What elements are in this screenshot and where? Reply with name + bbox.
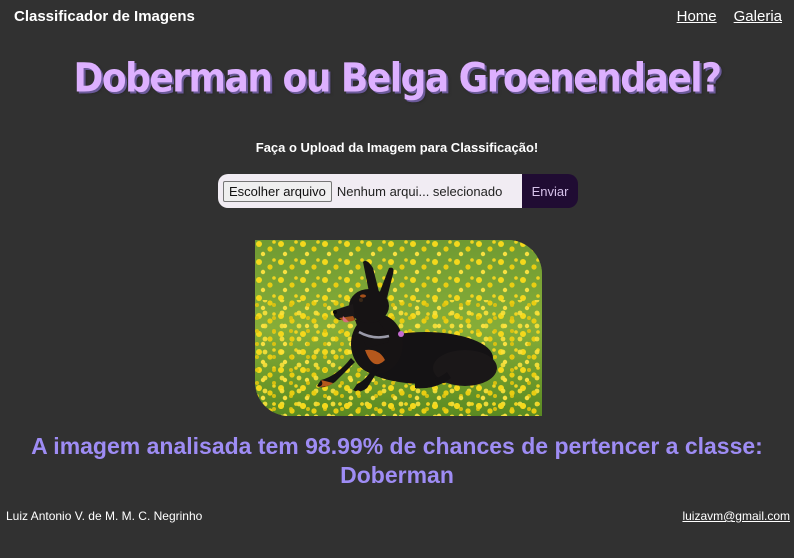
page-title: Doberman ou Belga Groenendael? <box>73 55 722 102</box>
nav-links: Home Galeria <box>677 8 782 25</box>
submit-button[interactable]: Enviar <box>522 174 578 208</box>
result-class: Doberman <box>340 462 454 488</box>
nav-home-link[interactable]: Home <box>677 8 717 25</box>
classification-result: A imagem analisada tem 98.99% de chances… <box>0 432 794 490</box>
top-navbar: Classificador de Imagens Home Galeria <box>0 0 794 34</box>
classified-image <box>255 240 542 416</box>
footer-email-link[interactable]: luizavm@gmail.com <box>682 509 790 523</box>
footer-author: Luiz Antonio V. de M. M. C. Negrinho <box>6 509 203 523</box>
result-text: A imagem analisada tem 98.99% de chances… <box>31 433 763 459</box>
upload-form: Escolher arquivo Nenhum arqui... selecio… <box>218 174 578 208</box>
brand-title: Classificador de Imagens <box>14 8 195 25</box>
file-input[interactable]: Escolher arquivo Nenhum arqui... selecio… <box>218 174 522 208</box>
nav-gallery-link[interactable]: Galeria <box>734 8 782 25</box>
file-status-text: Nenhum arqui... selecionado <box>336 183 503 199</box>
choose-file-button[interactable]: Escolher arquivo <box>223 180 332 202</box>
upload-instructions: Faça o Upload da Imagem para Classificaç… <box>255 140 539 155</box>
